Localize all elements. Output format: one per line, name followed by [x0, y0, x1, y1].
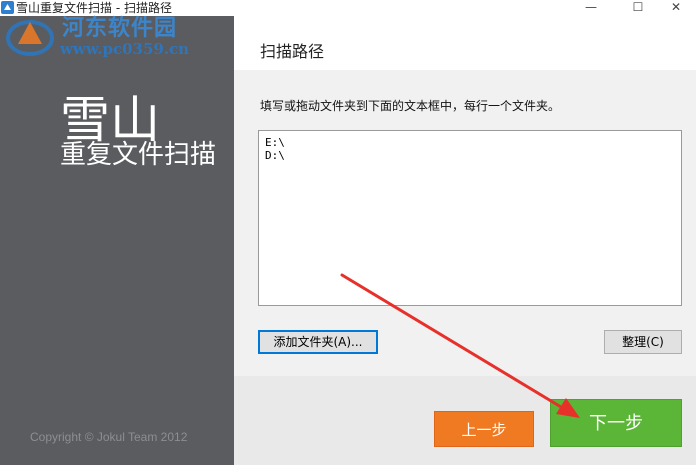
app-icon	[1, 1, 14, 14]
path-line: D:\	[265, 149, 285, 162]
page-header: 扫描路径	[234, 16, 696, 70]
page-title: 扫描路径	[260, 42, 325, 61]
instruction-text: 填写或拖动文件夹到下面的文本框中，每行一个文件夹。	[260, 99, 561, 113]
title-bar: 雪山重复文件扫描 - 扫描路径 — ☐ ✕	[0, 0, 696, 16]
brand-subtitle: 重复文件扫描	[60, 140, 217, 170]
next-step-button[interactable]: 下一步	[550, 399, 682, 447]
main-content: 填写或拖动文件夹到下面的文本框中，每行一个文件夹。 E:\ D:\ 添加文件夹(…	[234, 70, 696, 376]
previous-step-button[interactable]: 上一步	[434, 411, 534, 447]
minimize-button[interactable]: —	[571, 0, 611, 16]
add-folder-button[interactable]: 添加文件夹(A)...	[258, 330, 378, 354]
footer-bar: 上一步 下一步	[234, 376, 696, 465]
window-title: 雪山重复文件扫描 - 扫描路径	[16, 1, 172, 15]
path-line: E:\	[265, 136, 285, 149]
close-button[interactable]: ✕	[656, 0, 696, 16]
tidy-button[interactable]: 整理(C)	[604, 330, 682, 354]
path-textbox[interactable]: E:\ D:\	[258, 130, 682, 306]
sidebar: 雪山 重复文件扫描 Copyright © Jokul Team 2012	[0, 16, 234, 465]
maximize-button[interactable]: ☐	[618, 0, 658, 16]
copyright-text: Copyright © Jokul Team 2012	[30, 430, 188, 444]
